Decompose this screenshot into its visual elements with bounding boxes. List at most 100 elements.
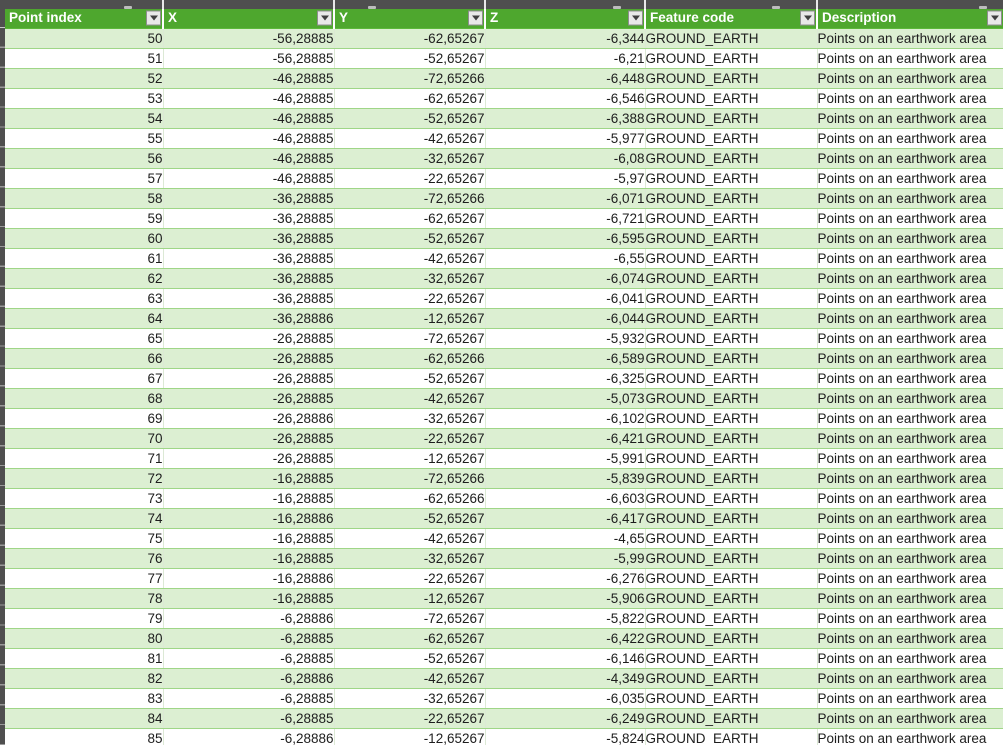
cell-point-index[interactable]: 85 [5, 728, 163, 745]
cell-description[interactable]: Points on an earthwork area [817, 328, 1003, 348]
cell-x[interactable]: -36,28885 [163, 248, 334, 268]
cell-feature-code[interactable]: GROUND_EARTH [645, 208, 817, 228]
cell-y[interactable]: -12,65267 [334, 588, 485, 608]
cell-point-index[interactable]: 74 [5, 508, 163, 528]
cell-y[interactable]: -52,65267 [334, 228, 485, 248]
cell-x[interactable]: -6,28886 [163, 608, 334, 628]
cell-z[interactable]: -6,08 [485, 148, 645, 168]
cell-point-index[interactable]: 51 [5, 48, 163, 68]
cell-z[interactable]: -5,977 [485, 128, 645, 148]
cell-feature-code[interactable]: GROUND_EARTH [645, 228, 817, 248]
cell-z[interactable]: -6,276 [485, 568, 645, 588]
cell-y[interactable]: -72,65267 [334, 328, 485, 348]
cell-z[interactable]: -5,822 [485, 608, 645, 628]
cell-point-index[interactable]: 65 [5, 328, 163, 348]
cell-description[interactable]: Points on an earthwork area [817, 708, 1003, 728]
cell-z[interactable]: -6,102 [485, 408, 645, 428]
cell-description[interactable]: Points on an earthwork area [817, 628, 1003, 648]
cell-x[interactable]: -56,28885 [163, 28, 334, 48]
cell-description[interactable]: Points on an earthwork area [817, 48, 1003, 68]
cell-x[interactable]: -46,28885 [163, 168, 334, 188]
cell-y[interactable]: -32,65267 [334, 688, 485, 708]
cell-description[interactable]: Points on an earthwork area [817, 528, 1003, 548]
cell-x[interactable]: -26,28885 [163, 328, 334, 348]
cell-x[interactable]: -16,28886 [163, 508, 334, 528]
filter-dropdown-button[interactable] [628, 11, 643, 26]
cell-x[interactable]: -46,28885 [163, 68, 334, 88]
column-header-y[interactable]: Y [334, 9, 485, 28]
cell-description[interactable]: Points on an earthwork area [817, 388, 1003, 408]
cell-y[interactable]: -52,65267 [334, 48, 485, 68]
cell-description[interactable]: Points on an earthwork area [817, 248, 1003, 268]
cell-y[interactable]: -42,65267 [334, 528, 485, 548]
cell-description[interactable]: Points on an earthwork area [817, 688, 1003, 708]
cell-y[interactable]: -62,65267 [334, 28, 485, 48]
cell-description[interactable]: Points on an earthwork area [817, 88, 1003, 108]
filter-dropdown-button[interactable] [146, 11, 161, 26]
cell-y[interactable]: -42,65267 [334, 388, 485, 408]
cell-point-index[interactable]: 82 [5, 668, 163, 688]
cell-x[interactable]: -26,28885 [163, 368, 334, 388]
cell-x[interactable]: -46,28885 [163, 148, 334, 168]
cell-y[interactable]: -72,65266 [334, 188, 485, 208]
cell-description[interactable]: Points on an earthwork area [817, 188, 1003, 208]
cell-feature-code[interactable]: GROUND_EARTH [645, 248, 817, 268]
cell-y[interactable]: -72,65266 [334, 468, 485, 488]
cell-x[interactable]: -36,28886 [163, 308, 334, 328]
cell-description[interactable]: Points on an earthwork area [817, 308, 1003, 328]
cell-y[interactable]: -62,65267 [334, 628, 485, 648]
cell-feature-code[interactable]: GROUND_EARTH [645, 448, 817, 468]
cell-y[interactable]: -22,65267 [334, 288, 485, 308]
cell-point-index[interactable]: 50 [5, 28, 163, 48]
cell-description[interactable]: Points on an earthwork area [817, 588, 1003, 608]
cell-feature-code[interactable]: GROUND_EARTH [645, 708, 817, 728]
cell-description[interactable]: Points on an earthwork area [817, 68, 1003, 88]
cell-point-index[interactable]: 84 [5, 708, 163, 728]
cell-feature-code[interactable]: GROUND_EARTH [645, 308, 817, 328]
cell-feature-code[interactable]: GROUND_EARTH [645, 388, 817, 408]
cell-feature-code[interactable]: GROUND_EARTH [645, 568, 817, 588]
cell-feature-code[interactable]: GROUND_EARTH [645, 528, 817, 548]
cell-feature-code[interactable]: GROUND_EARTH [645, 428, 817, 448]
cell-y[interactable]: -42,65267 [334, 668, 485, 688]
cell-z[interactable]: -6,448 [485, 68, 645, 88]
cell-x[interactable]: -36,28885 [163, 268, 334, 288]
filter-dropdown-button[interactable] [317, 11, 332, 26]
cell-x[interactable]: -26,28885 [163, 348, 334, 368]
cell-x[interactable]: -46,28885 [163, 88, 334, 108]
cell-x[interactable]: -56,28885 [163, 48, 334, 68]
column-header-feature-code[interactable]: Feature code [645, 9, 817, 28]
cell-y[interactable]: -52,65267 [334, 508, 485, 528]
cell-description[interactable]: Points on an earthwork area [817, 408, 1003, 428]
column-header-description[interactable]: Description [817, 9, 1003, 28]
cell-z[interactable]: -6,421 [485, 428, 645, 448]
cell-feature-code[interactable]: GROUND_EARTH [645, 588, 817, 608]
cell-z[interactable]: -6,074 [485, 268, 645, 288]
cell-x[interactable]: -26,28885 [163, 388, 334, 408]
cell-feature-code[interactable]: GROUND_EARTH [645, 468, 817, 488]
cell-z[interactable]: -6,344 [485, 28, 645, 48]
cell-z[interactable]: -6,325 [485, 368, 645, 388]
cell-point-index[interactable]: 55 [5, 128, 163, 148]
cell-y[interactable]: -52,65267 [334, 368, 485, 388]
cell-description[interactable]: Points on an earthwork area [817, 488, 1003, 508]
cell-description[interactable]: Points on an earthwork area [817, 208, 1003, 228]
cell-point-index[interactable]: 80 [5, 628, 163, 648]
cell-feature-code[interactable]: GROUND_EARTH [645, 88, 817, 108]
cell-y[interactable]: -22,65267 [334, 428, 485, 448]
cell-x[interactable]: -6,28885 [163, 688, 334, 708]
cell-description[interactable]: Points on an earthwork area [817, 428, 1003, 448]
cell-feature-code[interactable]: GROUND_EARTH [645, 108, 817, 128]
cell-z[interactable]: -5,97 [485, 168, 645, 188]
cell-feature-code[interactable]: GROUND_EARTH [645, 548, 817, 568]
cell-z[interactable]: -6,589 [485, 348, 645, 368]
cell-x[interactable]: -16,28885 [163, 528, 334, 548]
cell-z[interactable]: -6,603 [485, 488, 645, 508]
cell-feature-code[interactable]: GROUND_EARTH [645, 608, 817, 628]
cell-description[interactable]: Points on an earthwork area [817, 608, 1003, 628]
cell-x[interactable]: -6,28885 [163, 708, 334, 728]
cell-x[interactable]: -6,28886 [163, 668, 334, 688]
cell-point-index[interactable]: 54 [5, 108, 163, 128]
cell-description[interactable]: Points on an earthwork area [817, 668, 1003, 688]
cell-x[interactable]: -46,28885 [163, 128, 334, 148]
